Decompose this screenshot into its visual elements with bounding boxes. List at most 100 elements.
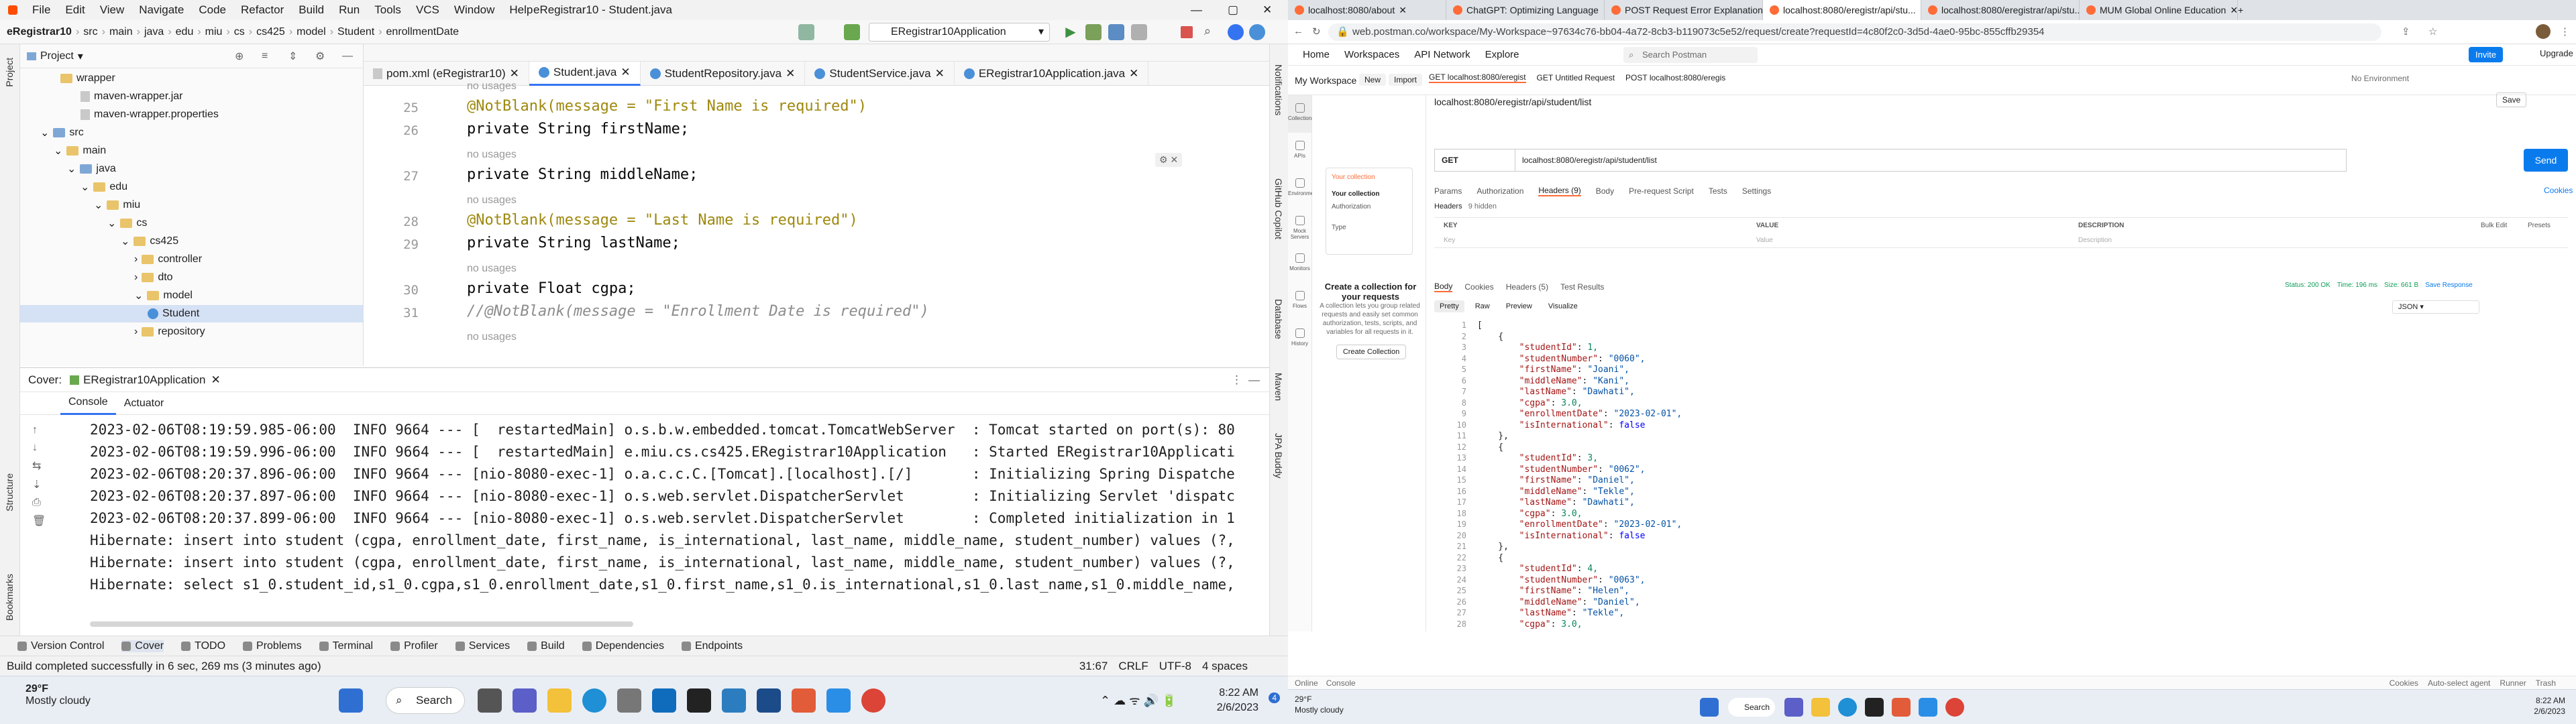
code-line[interactable]: private Float cgpa;	[467, 280, 636, 297]
chevron-down-icon[interactable]: ▾	[78, 50, 83, 63]
system-tray-icons[interactable]: ⌃ ☁ ᯤ 🔊 🔋	[1100, 692, 1177, 709]
structure-toolwindow-label[interactable]: Structure	[4, 473, 15, 511]
chevron-icon[interactable]: ⌄	[40, 126, 49, 139]
json-line[interactable]: "middleName": "Kani",	[1477, 376, 1629, 386]
file-explorer-icon[interactable]	[547, 688, 572, 713]
json-line[interactable]: [	[1477, 320, 1483, 330]
status-item[interactable]: 4 spaces	[1202, 660, 1248, 673]
tree-item[interactable]: ⌄ java	[20, 160, 364, 178]
close-icon[interactable]: ✕	[2230, 5, 2237, 16]
intellij-taskbar-icon[interactable]	[792, 688, 816, 713]
menu-item-vcs[interactable]: VCS	[416, 3, 439, 17]
upgrade-button[interactable]: Upgrade	[2540, 48, 2573, 58]
hide-icon[interactable]: —	[1248, 373, 1260, 387]
request-subtab[interactable]: Authorization	[1477, 186, 1523, 196]
chevron-icon[interactable]: ⌄	[54, 144, 62, 158]
menu-item-navigate[interactable]: Navigate	[139, 3, 184, 17]
stop-icon[interactable]	[1181, 26, 1193, 38]
json-line[interactable]: "cgpa": 3.0,	[1477, 509, 1582, 519]
menu-item-window[interactable]: Window	[454, 3, 494, 17]
breadcrumb-item[interactable]: miu	[205, 26, 223, 38]
json-line[interactable]: {	[1477, 332, 1503, 342]
sidebar-item-collections[interactable]: Collections	[1288, 95, 1314, 133]
tree-item[interactable]: › controller	[20, 251, 364, 268]
json-line[interactable]: "enrollmentDate": "2023-02-01",	[1477, 409, 1682, 419]
console-line[interactable]: 2023-02-06T08:20:37.899-06:00 INFO 9664 …	[90, 510, 1235, 526]
notifications-toolwindow-label[interactable]: Notifications	[1273, 64, 1284, 115]
jpa-buddy-toolwindow-label[interactable]: JPA Buddy	[1273, 433, 1284, 478]
menu-item-tools[interactable]: Tools	[374, 3, 401, 17]
tree-item[interactable]: › dto	[20, 269, 364, 286]
url-input[interactable]: localhost:8080/eregistr/api/student/list	[1515, 149, 2347, 172]
import-button[interactable]: Import	[1389, 74, 1423, 86]
editor-tab[interactable]: Student.java ✕	[529, 61, 641, 86]
close-icon[interactable]: ✕	[786, 67, 795, 80]
breadcrumb-item[interactable]: cs425	[256, 26, 285, 38]
view-tab[interactable]: Visualize	[1543, 300, 1583, 312]
menu-item-edit[interactable]: Edit	[65, 3, 85, 17]
sidebar-item-apis[interactable]: APIs	[1288, 133, 1311, 170]
json-line[interactable]: "enrollmentDate": "2023-02-01",	[1477, 520, 1682, 530]
close-icon[interactable]: ✕	[1399, 5, 1407, 16]
tree-item[interactable]: ⌄ src	[20, 124, 364, 141]
postman-nav-workspaces[interactable]: Workspaces	[1344, 49, 1399, 60]
maximize-icon[interactable]: ▢	[1228, 3, 1238, 17]
minimize-icon[interactable]: —	[1191, 3, 1202, 17]
console-line[interactable]: Hibernate: insert into student (cgpa, en…	[90, 554, 1235, 570]
json-line[interactable]: },	[1477, 542, 1509, 552]
project-panel-title[interactable]: Project	[40, 50, 74, 62]
explorer-icon-2[interactable]	[1811, 698, 1830, 717]
tree-item[interactable]: ⌄ cs425	[20, 233, 364, 250]
ide-logo-icon[interactable]	[1249, 24, 1265, 40]
browser-tab[interactable]: POST Request Error Explanation✕	[1605, 0, 1763, 20]
start-icon-2[interactable]	[1700, 698, 1719, 717]
tree-item[interactable]: › repository	[20, 323, 364, 341]
send-button[interactable]: Send	[2524, 149, 2568, 172]
json-line[interactable]: "studentNumber": "0062",	[1477, 465, 1646, 475]
edge-icon-2[interactable]	[1838, 698, 1857, 717]
collapse-all-icon[interactable]: ≡	[262, 50, 268, 62]
view-tab[interactable]: Preview	[1501, 300, 1538, 312]
bookmarks-toolwindow-label[interactable]: Bookmarks	[4, 574, 15, 621]
menu-item-view[interactable]: View	[100, 3, 125, 17]
code-line[interactable]: private String firstName;	[467, 121, 689, 137]
breadcrumb-item[interactable]: cs	[234, 26, 245, 38]
usage-hint[interactable]: no usages	[467, 263, 517, 275]
sidebar-item-history[interactable]: History	[1288, 320, 1311, 358]
status-item[interactable]: 31:67	[1079, 660, 1108, 673]
usage-hint[interactable]: no usages	[467, 149, 517, 161]
postman-search[interactable]: ⌕ Search Postman	[1623, 47, 1758, 63]
tree-item[interactable]: wrapper	[20, 70, 364, 87]
json-line[interactable]: "studentNumber": "0060",	[1477, 354, 1646, 364]
breadcrumb-item[interactable]: edu	[176, 26, 194, 38]
json-line[interactable]: "cgpa": 3.0,	[1477, 398, 1582, 408]
back-icon[interactable]: ←	[1293, 25, 1303, 37]
console-tab-console[interactable]: Console	[60, 392, 116, 415]
response-tab[interactable]: Test Results	[1560, 282, 1604, 292]
json-line[interactable]: "middleName": "Daniel",	[1477, 597, 1640, 607]
clock[interactable]: 8:22 AM 2/6/2023	[1217, 686, 1258, 715]
teams-icon-2[interactable]	[1784, 698, 1803, 717]
console-line[interactable]: Hibernate: select s1_0.student_id,s1_0.c…	[90, 577, 1235, 593]
mail-icon[interactable]	[652, 688, 676, 713]
print-icon[interactable]: ⎙	[32, 497, 46, 509]
down-icon[interactable]: ↓	[32, 442, 46, 454]
chrome-icon-2[interactable]	[1945, 698, 1964, 717]
toolwindow-cover[interactable]: Cover	[121, 640, 164, 652]
view-tab[interactable]: Pretty	[1434, 300, 1464, 312]
hide-icon[interactable]: —	[342, 50, 353, 62]
code-line[interactable]: private String lastName;	[467, 235, 680, 251]
toolwindow-todo[interactable]: TODO	[181, 640, 225, 652]
sidebar-item-flows[interactable]: Flows	[1288, 283, 1311, 320]
tree-item[interactable]: maven-wrapper.properties	[20, 106, 364, 123]
save-button[interactable]: Save	[2496, 93, 2527, 107]
json-line[interactable]: "lastName": "Tekle",	[1477, 608, 1625, 618]
chevron-icon[interactable]: ⌄	[121, 235, 129, 248]
expand-icon[interactable]: ⇕	[288, 50, 297, 63]
weather-widget[interactable]: 29°F Mostly cloudy	[25, 683, 91, 707]
console-tab-actuator[interactable]: Actuator	[116, 392, 172, 415]
browser-tab[interactable]: localhost:8080/eregistrar/api/stu...✕	[1921, 0, 2080, 20]
cover-target[interactable]: ERegistrar10Application	[83, 373, 205, 387]
chevron-icon[interactable]: ⌄	[107, 217, 116, 230]
run-config-select[interactable]: ERegistrar10Application ▾	[869, 23, 1050, 42]
